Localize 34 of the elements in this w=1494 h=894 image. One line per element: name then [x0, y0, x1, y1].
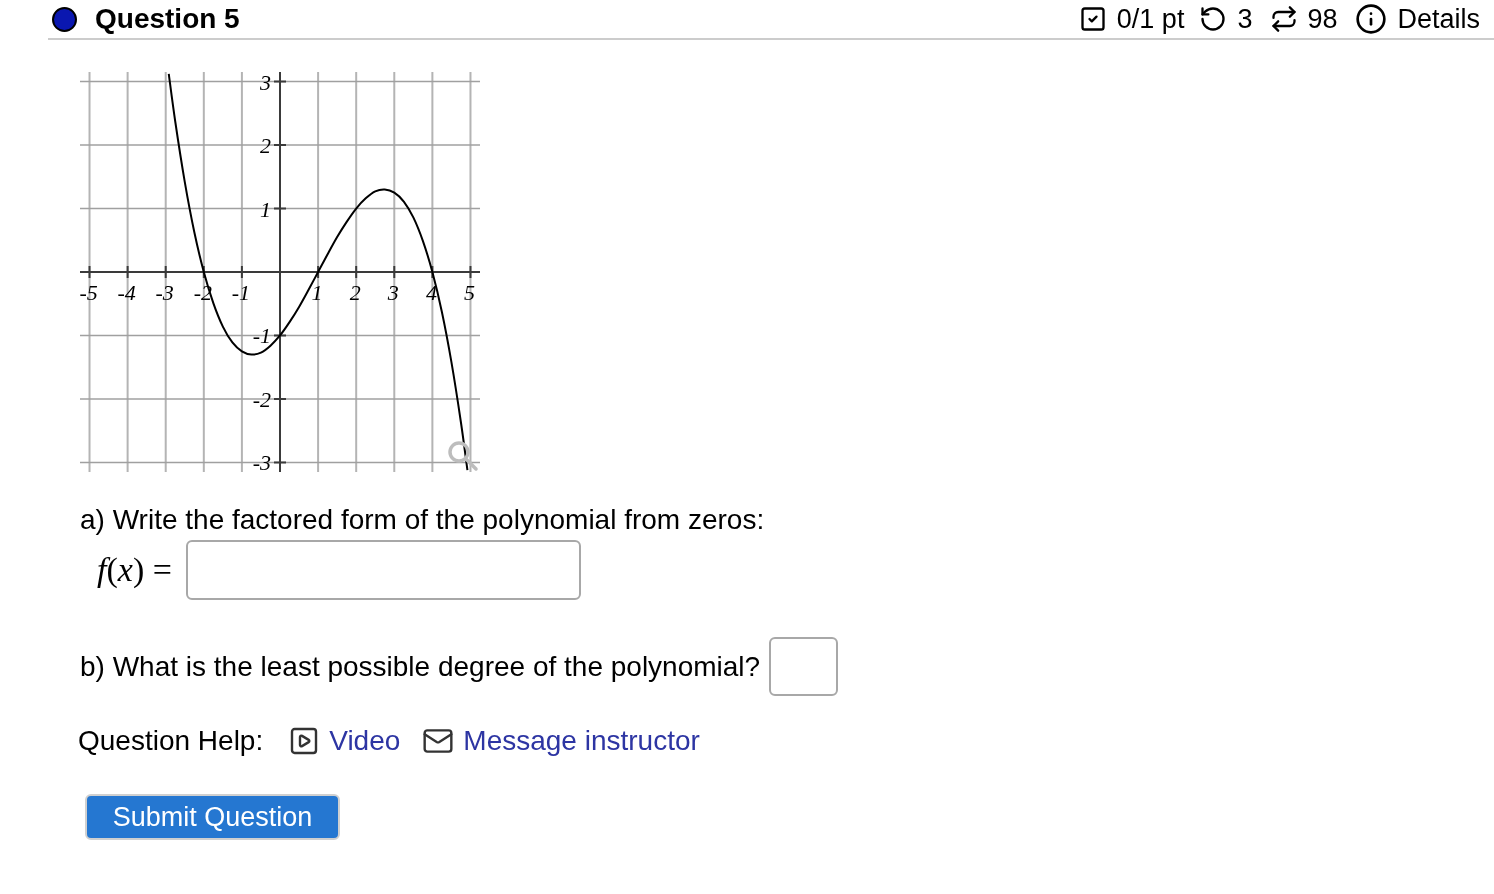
x-tick-label: 1 — [311, 280, 323, 305]
submit-button[interactable]: Submit Question — [85, 794, 340, 840]
x-tick-label: -5 — [79, 280, 98, 305]
y-tick-label: -3 — [252, 450, 271, 476]
info-icon — [1355, 3, 1388, 35]
y-tick-label: -1 — [252, 323, 271, 349]
details-button[interactable]: Details — [1355, 3, 1480, 35]
y-tick-label: -2 — [252, 387, 271, 412]
degree-field[interactable] — [769, 637, 839, 696]
y-tick-label: 1 — [260, 196, 271, 222]
x-tick-label: -3 — [155, 280, 174, 305]
magnifier-icon[interactable] — [448, 441, 478, 471]
video-link[interactable]: Video — [288, 725, 401, 757]
question-title: Question 5 — [95, 3, 240, 35]
attempts-count: 98 — [1307, 3, 1338, 35]
x-tick-label: 2 — [349, 280, 361, 305]
retries-count: 3 — [1237, 3, 1253, 35]
x-tick-label: 3 — [387, 280, 399, 305]
checked-box-icon — [1078, 5, 1107, 33]
x-tick-label: -4 — [117, 280, 136, 305]
x-tick-label: 5 — [464, 280, 475, 305]
x-tick-label: -1 — [231, 280, 251, 305]
x-tick-label: 4 — [425, 280, 437, 305]
message-link[interactable]: Message instructor — [422, 725, 700, 757]
y-tick-label: 2 — [260, 133, 271, 158]
answer-field[interactable] — [185, 540, 581, 600]
function-label: f(x) = — [97, 551, 172, 589]
part-a-prompt: a) Write the factored form of the polynomial from zeros: — [80, 504, 765, 536]
y-tick-label: 3 — [260, 69, 271, 95]
part-b-prompt: b) What is the least possible degree of the polynomial? — [80, 650, 761, 683]
score-text: 0/1 pt — [1116, 3, 1185, 35]
help-label: Question Help: — [78, 725, 264, 757]
repeat-arrows-icon — [1270, 5, 1299, 33]
counterclockwise-arrow-icon — [1199, 5, 1228, 33]
